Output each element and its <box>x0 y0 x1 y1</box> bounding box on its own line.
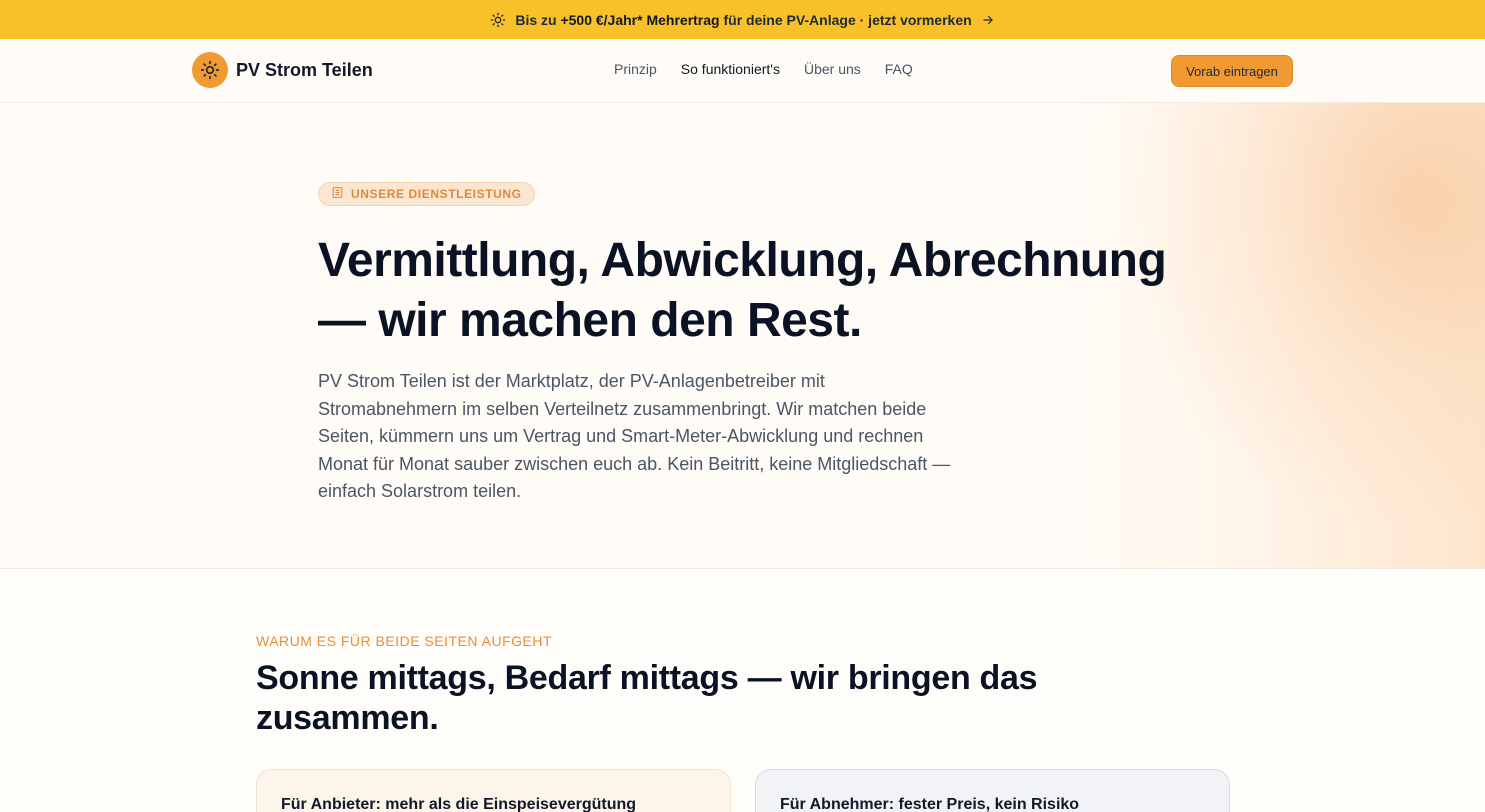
sun-logo-icon <box>192 52 228 88</box>
nav-link-prinzip[interactable]: Prinzip <box>614 61 657 77</box>
announcement-highlight: +500 €/Jahr* Mehrertrag <box>560 11 720 28</box>
hero-title: Vermittlung, Abwicklung, Abrechnung — wi… <box>318 231 1218 351</box>
provider-benefit-card: Für Anbieter: mehr als die Einspeiseverg… <box>256 769 731 812</box>
hero-section: UNSERE DIENSTLEISTUNG Vermittlung, Abwic… <box>0 103 1485 569</box>
site-header: PV Strom Teilen Prinzip So funktioniert'… <box>0 39 1485 103</box>
sun-icon <box>490 12 506 28</box>
announcement-prefix: Bis zu <box>515 11 557 28</box>
service-badge: UNSERE DIENSTLEISTUNG <box>318 182 535 206</box>
brand-logo[interactable]: PV Strom Teilen <box>192 52 373 88</box>
hero-title-line-2: — wir machen den Rest. <box>318 294 862 347</box>
announcement-bar[interactable]: Bis zu +500 €/Jahr* Mehrertrag für deine… <box>0 0 1485 39</box>
consumer-card-title: Für Abnehmer: fester Preis, kein Risiko <box>780 796 1080 812</box>
nav-link-faq[interactable]: FAQ <box>885 61 913 77</box>
hero-title-line-1: Vermittlung, Abwicklung, Abrechnung <box>318 234 1167 287</box>
consumer-benefit-card: Für Abnehmer: fester Preis, kein Risiko <box>755 769 1230 812</box>
service-badge-label: UNSERE DIENSTLEISTUNG <box>351 187 522 201</box>
brand-name: PV Strom Teilen <box>236 59 373 80</box>
announcement-suffix: für deine PV-Anlage · jetzt vormerken <box>723 11 972 28</box>
register-early-button[interactable]: Vorab eintragen <box>1171 55 1293 87</box>
nav-link-so-funktionierts[interactable]: So funktioniert's <box>681 61 780 77</box>
arrow-right-icon <box>981 13 995 27</box>
benefits-eyebrow: WARUM ES FÜR BEIDE SEITEN AUFGEHT <box>256 633 553 649</box>
benefits-title: Sonne mittags, Bedarf mittags — wir brin… <box>256 659 1038 737</box>
benefits-section: WARUM ES FÜR BEIDE SEITEN AUFGEHT Sonne … <box>256 633 1236 738</box>
building-icon <box>331 186 344 202</box>
hero-description: PV Strom Teilen ist der Marktplatz, der … <box>318 371 951 501</box>
nav-link-ueber-uns[interactable]: Über uns <box>804 61 861 77</box>
main-nav: Prinzip So funktioniert's Über uns FAQ <box>614 61 913 77</box>
provider-card-title: Für Anbieter: mehr als die Einspeiseverg… <box>281 796 637 812</box>
